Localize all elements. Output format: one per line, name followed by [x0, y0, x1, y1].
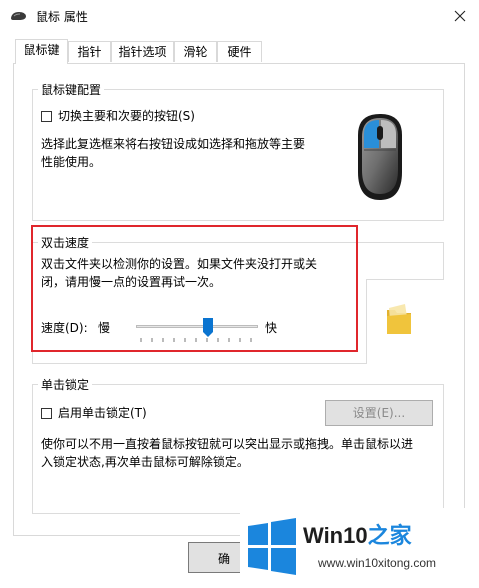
- click-lock-label[interactable]: 启用单击锁定(T): [58, 404, 147, 422]
- watermark-title: Win10之家: [303, 518, 412, 550]
- switch-buttons-checkbox[interactable]: [41, 111, 52, 122]
- close-button[interactable]: [440, 0, 479, 32]
- windows-logo-icon: [248, 518, 296, 575]
- watermark-url: www.win10xitong.com: [318, 556, 437, 570]
- watermark-title-main: Win10: [303, 523, 368, 548]
- mouse-illustration: [350, 110, 410, 205]
- click-lock-description-2: 入锁定状态,再次单击鼠标可解除锁定。: [41, 455, 249, 469]
- tab-label: 滑轮: [183, 45, 208, 59]
- ok-button-label: 确: [218, 552, 231, 566]
- tab-wheel[interactable]: 滑轮: [174, 41, 217, 62]
- tab-label: 硬件: [227, 45, 252, 59]
- click-lock-description-1: 使你可以不用一直按着鼠标按钮就可以突出显示或拖拽。单击鼠标以进: [41, 437, 414, 451]
- watermark-title-accent: 之家: [367, 523, 412, 548]
- tab-label: 指针: [77, 45, 102, 59]
- test-folder-area[interactable]: [366, 279, 444, 364]
- click-lock-legend: 单击锁定: [38, 376, 93, 393]
- mouse-app-icon: [9, 10, 27, 22]
- tab-pointer-options[interactable]: 指针选项: [111, 41, 174, 62]
- button-config-description-1: 选择此复选框来将右按钮设成如选择和拖放等主要: [41, 137, 306, 151]
- click-lock-checkbox[interactable]: [41, 408, 52, 419]
- window-title: 鼠标 属性: [36, 10, 88, 24]
- tab-pointers[interactable]: 指针: [68, 41, 111, 62]
- close-icon: [454, 10, 465, 22]
- folder-icon: [387, 304, 411, 334]
- button-config-description-2: 性能使用。: [41, 155, 102, 169]
- tab-label: 鼠标键: [23, 43, 60, 57]
- button-config-legend: 鼠标键配置: [38, 81, 105, 98]
- tab-hardware[interactable]: 硬件: [217, 41, 262, 62]
- switch-buttons-label[interactable]: 切换主要和次要的按钮(S): [58, 107, 195, 125]
- highlight-box: [31, 225, 358, 352]
- click-lock-settings-button[interactable]: 设置(E)...: [325, 400, 433, 426]
- title-bar: 鼠标 属性: [0, 0, 479, 32]
- tab-label: 指针选项: [118, 45, 167, 59]
- tab-buttons[interactable]: 鼠标键: [15, 39, 68, 64]
- watermark: Win10之家 www.win10xitong.com: [240, 508, 479, 588]
